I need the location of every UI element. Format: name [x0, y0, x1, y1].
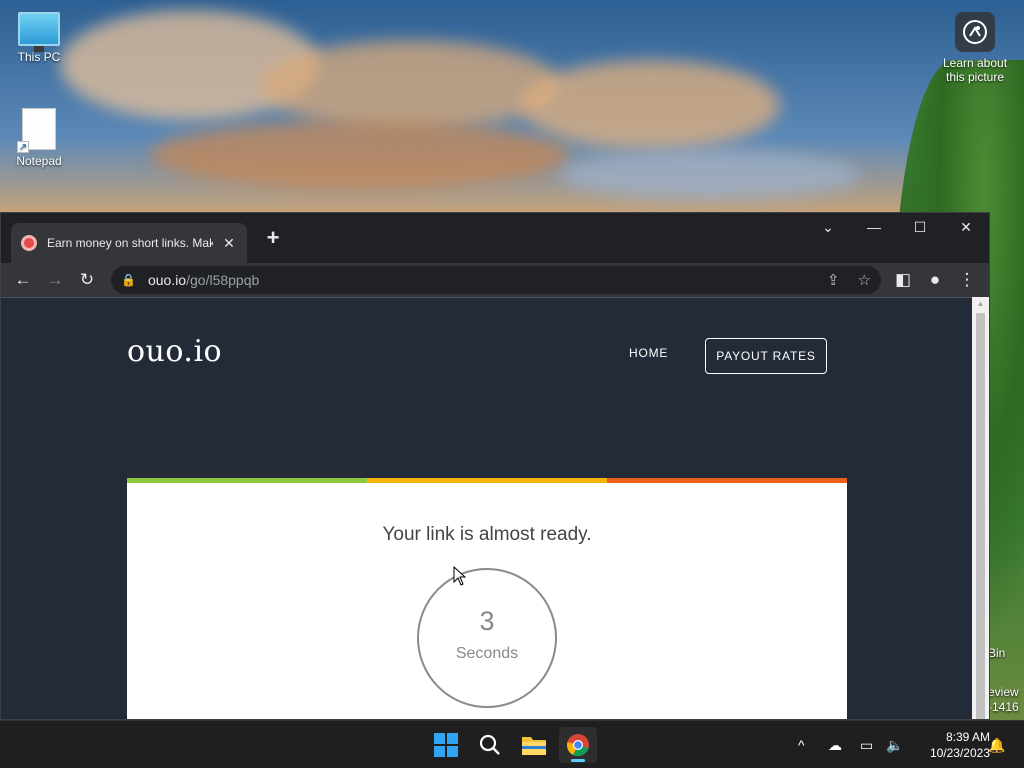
- bar-segment-orange: [607, 478, 847, 483]
- card-color-bar: [127, 478, 847, 483]
- search-icon: [479, 734, 500, 755]
- nav-home-link[interactable]: HOME: [629, 346, 668, 360]
- url-host: ouo.io: [147, 272, 187, 288]
- taskbar-clock[interactable]: 8:39 AM 10/23/2023: [912, 729, 990, 761]
- recycle-label-line: Bin: [988, 646, 1006, 660]
- search-button[interactable]: [471, 727, 509, 763]
- back-arrow-icon[interactable]: ←: [10, 267, 36, 293]
- camera-icon: [955, 12, 995, 52]
- volume-muted-icon[interactable]: 🔈: [886, 721, 903, 768]
- show-hidden-icons-button[interactable]: ^: [798, 721, 805, 768]
- desktop-icon-label: this picture: [945, 70, 1005, 84]
- reload-icon[interactable]: ↻: [74, 267, 100, 293]
- countdown-unit: Seconds: [455, 645, 519, 662]
- page-scrollbar[interactable]: ▲: [972, 297, 989, 719]
- countdown-timer: 3 Seconds: [417, 568, 557, 708]
- desktop-icon-this-pc[interactable]: This PC: [1, 12, 77, 64]
- windows-logo-icon: [434, 733, 458, 757]
- network-icon[interactable]: ▭: [860, 721, 873, 768]
- bar-segment-yellow: [367, 478, 607, 483]
- lock-icon: 🔒: [121, 273, 136, 287]
- new-tab-button[interactable]: +: [261, 227, 285, 249]
- start-button[interactable]: [427, 727, 465, 763]
- desktop-icon-label: Notepad: [16, 154, 62, 168]
- browser-tab[interactable]: Earn money on short links. Make ✕: [11, 223, 247, 263]
- countdown-value: 3: [479, 606, 495, 636]
- site-logo[interactable]: ouo.io: [127, 334, 222, 369]
- browser-toolbar: ← → ↻ 🔒 ouo.io/go/l58ppqb ⇪ ☆ ◧ ● ⋮: [1, 263, 989, 297]
- maximize-button[interactable]: ☐: [897, 213, 943, 241]
- desktop-icon-notepad[interactable]: ↗ Notepad: [1, 108, 77, 168]
- link-card: Your link is almost ready. 3 Seconds: [127, 478, 847, 719]
- chrome-icon: [567, 734, 589, 757]
- url-path: /go/l58ppqb: [186, 272, 260, 288]
- desktop-icon-learn-about-picture[interactable]: Learn about this picture: [936, 12, 1014, 84]
- folder-icon: [522, 737, 546, 755]
- menu-dots-icon[interactable]: ⋮: [954, 267, 980, 293]
- notepad-icon: ↗: [17, 108, 56, 153]
- recycle-bin-partial-label[interactable]: Bin eview -1416: [988, 646, 1019, 715]
- recycle-label-line: -1416: [988, 700, 1019, 714]
- clock-date: 10/23/2023: [929, 746, 990, 760]
- onedrive-icon[interactable]: ☁: [828, 721, 842, 768]
- tab-search-button[interactable]: ⌄: [805, 213, 851, 241]
- notification-bell-icon[interactable]: 🔔: [988, 721, 1005, 768]
- shortcut-arrow-icon: ↗: [17, 141, 29, 153]
- minimize-button[interactable]: —: [851, 213, 897, 241]
- page-viewport: ouo.io HOME PAYOUT RATES Your link is al…: [1, 297, 973, 719]
- url-text: ouo.io/go/l58ppqb: [148, 272, 259, 288]
- share-icon[interactable]: ⇪: [827, 271, 840, 289]
- browser-window: Earn money on short links. Make ✕ + ⌄ — …: [0, 212, 990, 720]
- tab-title: Earn money on short links. Make: [47, 236, 213, 250]
- taskbar: ^ ☁ ▭ 🔈 8:39 AM 10/23/2023 🔔: [0, 720, 1024, 768]
- bookmark-star-icon[interactable]: ☆: [858, 271, 871, 289]
- scrollbar-thumb[interactable]: [976, 313, 985, 719]
- link-ready-message: Your link is almost ready.: [382, 524, 592, 545]
- close-button[interactable]: ✕: [943, 213, 989, 241]
- nav-payout-rates-button[interactable]: PAYOUT RATES: [705, 338, 827, 374]
- bar-segment-green: [127, 478, 367, 483]
- profile-icon[interactable]: ●: [922, 267, 948, 293]
- chrome-taskbar-button[interactable]: [559, 727, 597, 763]
- side-panel-icon[interactable]: ◧: [890, 267, 916, 293]
- scroll-up-arrow-icon[interactable]: ▲: [972, 297, 989, 308]
- site-favicon-icon: [21, 235, 37, 251]
- clock-time: 8:39 AM: [945, 730, 990, 744]
- desktop-icon-label: Learn about: [942, 56, 1008, 70]
- address-bar[interactable]: 🔒 ouo.io/go/l58ppqb ⇪ ☆: [111, 266, 881, 294]
- forward-arrow-icon[interactable]: →: [42, 267, 68, 293]
- tab-close-icon[interactable]: ✕: [221, 235, 237, 252]
- monitor-icon: [18, 12, 60, 52]
- recycle-label-line: eview: [988, 685, 1019, 699]
- browser-titlebar: Earn money on short links. Make ✕ + ⌄ — …: [1, 213, 989, 263]
- desktop-icon-label: This PC: [17, 50, 61, 64]
- file-explorer-button[interactable]: [515, 727, 553, 763]
